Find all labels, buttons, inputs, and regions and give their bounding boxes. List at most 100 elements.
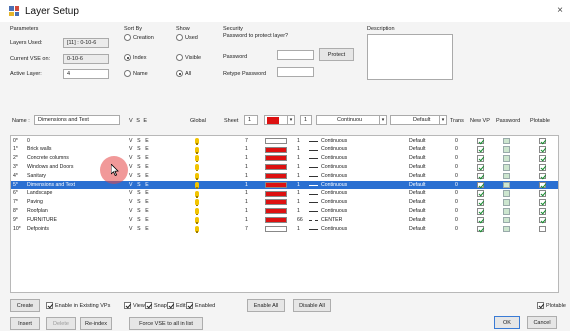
layer-newvp-checkbox[interactable] bbox=[477, 199, 484, 206]
layer-password-checkbox[interactable] bbox=[503, 146, 510, 153]
layer-plotable-checkbox[interactable] bbox=[539, 190, 546, 197]
layer-plotable-checkbox[interactable] bbox=[539, 146, 546, 153]
sort-index-radio[interactable]: Index bbox=[124, 54, 146, 61]
show-visible-radio[interactable]: Visible bbox=[176, 54, 201, 61]
layer-password-checkbox[interactable] bbox=[503, 137, 510, 145]
layer-row[interactable]: 10* Defpoints V S E 7 1 Continuous Default 0 bbox=[11, 225, 558, 234]
active-layer-field[interactable]: 4 bbox=[63, 69, 109, 79]
retype-password-field[interactable] bbox=[277, 67, 314, 77]
layer-row[interactable]: 5* Dimensions and Text V S E 1 1 Continuous De… bbox=[11, 180, 558, 190]
lineweight-field[interactable]: 1 bbox=[300, 115, 312, 125]
close-icon[interactable]: × bbox=[557, 5, 563, 16]
layer-plotable-checkbox[interactable] bbox=[539, 137, 546, 145]
layer-row[interactable]: 9* FURNITURE V S E 1 66 CENTER Default 0 bbox=[11, 216, 558, 225]
layer-password-checkbox[interactable] bbox=[503, 199, 510, 206]
layer-row[interactable]: 4* Sanitary V S E 1 1 Continuous Default 0 bbox=[11, 172, 558, 181]
pen-select[interactable]: Default bbox=[390, 115, 446, 125]
description-field[interactable] bbox=[367, 34, 453, 80]
global-bulb-icon[interactable] bbox=[195, 137, 199, 145]
layer-color-swatch[interactable] bbox=[265, 199, 287, 206]
layer-color-swatch[interactable] bbox=[265, 137, 287, 144]
layer-plotable-checkbox[interactable] bbox=[539, 181, 546, 189]
layer-password-checkbox[interactable] bbox=[503, 225, 510, 233]
layer-color-swatch[interactable] bbox=[265, 217, 287, 224]
layer-newvp-checkbox[interactable] bbox=[477, 164, 484, 171]
global-bulb-icon[interactable] bbox=[195, 164, 199, 172]
layer-row[interactable]: 7* Paving V S E 1 1 Continuous Default 0 bbox=[11, 198, 558, 207]
layer-password-checkbox[interactable] bbox=[503, 190, 510, 197]
layer-newvp-checkbox[interactable] bbox=[477, 208, 484, 215]
show-used-radio[interactable]: Used bbox=[176, 34, 198, 41]
pen-dropdown-icon[interactable]: ▾ bbox=[439, 115, 447, 125]
sort-creation-radio[interactable]: Creation bbox=[124, 34, 154, 41]
force-vse-button[interactable]: Force VSE to all in list bbox=[129, 317, 203, 330]
sort-name-radio[interactable]: Name bbox=[124, 70, 148, 77]
layer-newvp-checkbox[interactable] bbox=[477, 181, 484, 189]
plotable-checkbox[interactable]: Plotable bbox=[537, 302, 566, 309]
global-bulb-icon[interactable] bbox=[195, 225, 199, 233]
layer-plotable-checkbox[interactable] bbox=[539, 155, 546, 162]
view-checkbox[interactable]: View bbox=[124, 302, 145, 309]
layer-color-swatch[interactable] bbox=[265, 208, 287, 215]
layer-table[interactable]: 0* 0 V S E 7 1 Continuous Default 0 1* Brick wall… bbox=[10, 135, 559, 293]
global-bulb-icon[interactable] bbox=[195, 190, 199, 198]
layer-plotable-checkbox[interactable] bbox=[539, 208, 546, 215]
global-bulb-icon[interactable] bbox=[195, 146, 199, 154]
layer-color-swatch[interactable] bbox=[265, 181, 287, 188]
layer-plotable-checkbox[interactable] bbox=[539, 199, 546, 206]
global-bulb-icon[interactable] bbox=[195, 216, 199, 224]
layer-password-checkbox[interactable] bbox=[503, 181, 510, 189]
disable-all-button[interactable]: Disable All bbox=[293, 299, 331, 312]
layer-plotable-checkbox[interactable] bbox=[539, 164, 546, 171]
cancel-button[interactable]: Cancel bbox=[527, 316, 557, 329]
layer-newvp-checkbox[interactable] bbox=[477, 172, 484, 180]
linetype-dropdown-icon[interactable]: ▾ bbox=[379, 115, 387, 125]
name-field[interactable]: Dimensions and Text bbox=[34, 115, 120, 125]
layer-color-swatch[interactable] bbox=[265, 164, 287, 171]
enabled-checkbox[interactable]: Enabled bbox=[186, 302, 215, 309]
insert-button[interactable]: Insert bbox=[10, 317, 40, 330]
layer-row[interactable]: 1* Brick walls V S E 1 1 Continuous Default 0 bbox=[11, 145, 558, 154]
global-bulb-icon[interactable] bbox=[195, 155, 199, 163]
snap-checkbox[interactable]: Snap bbox=[145, 302, 167, 309]
layer-plotable-checkbox[interactable] bbox=[539, 225, 546, 233]
reindex-button[interactable]: Re-index bbox=[80, 317, 112, 330]
layer-color-swatch[interactable] bbox=[265, 190, 287, 197]
layer-password-checkbox[interactable] bbox=[503, 172, 510, 180]
ok-button[interactable]: OK bbox=[494, 316, 520, 329]
layer-color-swatch[interactable] bbox=[265, 225, 287, 232]
layer-color-swatch[interactable] bbox=[265, 146, 287, 153]
layer-row[interactable]: 8* Roofplan V S E 1 1 Continuous Default 0 bbox=[11, 207, 558, 216]
enable-existing-vps-checkbox[interactable]: Enable in Existing VPs bbox=[46, 302, 110, 309]
layer-color-swatch[interactable] bbox=[265, 155, 287, 162]
layer-newvp-checkbox[interactable] bbox=[477, 225, 484, 233]
layer-plotable-checkbox[interactable] bbox=[539, 216, 546, 224]
layer-newvp-checkbox[interactable] bbox=[477, 155, 484, 162]
delete-button[interactable]: Delete bbox=[46, 317, 76, 330]
layer-row[interactable]: 6* Landscape V S E 1 1 Continuous Default 0 bbox=[11, 189, 558, 198]
layer-color-swatch[interactable] bbox=[265, 173, 287, 180]
edit-checkbox[interactable]: Edit bbox=[167, 302, 185, 309]
sheet-field[interactable]: 1 bbox=[244, 115, 258, 125]
layer-row[interactable]: 3* Windows and Doors V S E 1 1 Continuous Defa… bbox=[11, 163, 558, 172]
global-bulb-icon[interactable] bbox=[195, 199, 199, 207]
layer-password-checkbox[interactable] bbox=[503, 208, 510, 215]
show-all-radio[interactable]: All bbox=[176, 70, 191, 77]
layer-password-checkbox[interactable] bbox=[503, 155, 510, 162]
layer-password-checkbox[interactable] bbox=[503, 164, 510, 171]
layer-row[interactable]: 2* Concrete columns V S E 1 1 Continuous Defau… bbox=[11, 154, 558, 163]
layer-plotable-checkbox[interactable] bbox=[539, 172, 546, 180]
layer-newvp-checkbox[interactable] bbox=[477, 137, 484, 145]
global-bulb-icon[interactable] bbox=[195, 172, 199, 180]
create-button[interactable]: Create bbox=[10, 299, 40, 312]
color-dropdown-icon[interactable]: ▾ bbox=[287, 115, 295, 125]
layer-newvp-checkbox[interactable] bbox=[477, 216, 484, 224]
global-bulb-icon[interactable] bbox=[195, 208, 199, 216]
linetype-select[interactable]: Continuou bbox=[316, 115, 380, 125]
layer-newvp-checkbox[interactable] bbox=[477, 146, 484, 153]
enable-all-button[interactable]: Enable All bbox=[247, 299, 285, 312]
global-bulb-icon[interactable] bbox=[195, 181, 199, 189]
layer-password-checkbox[interactable] bbox=[503, 216, 510, 224]
protect-button[interactable]: Protect bbox=[319, 48, 354, 61]
password-field[interactable] bbox=[277, 50, 314, 60]
